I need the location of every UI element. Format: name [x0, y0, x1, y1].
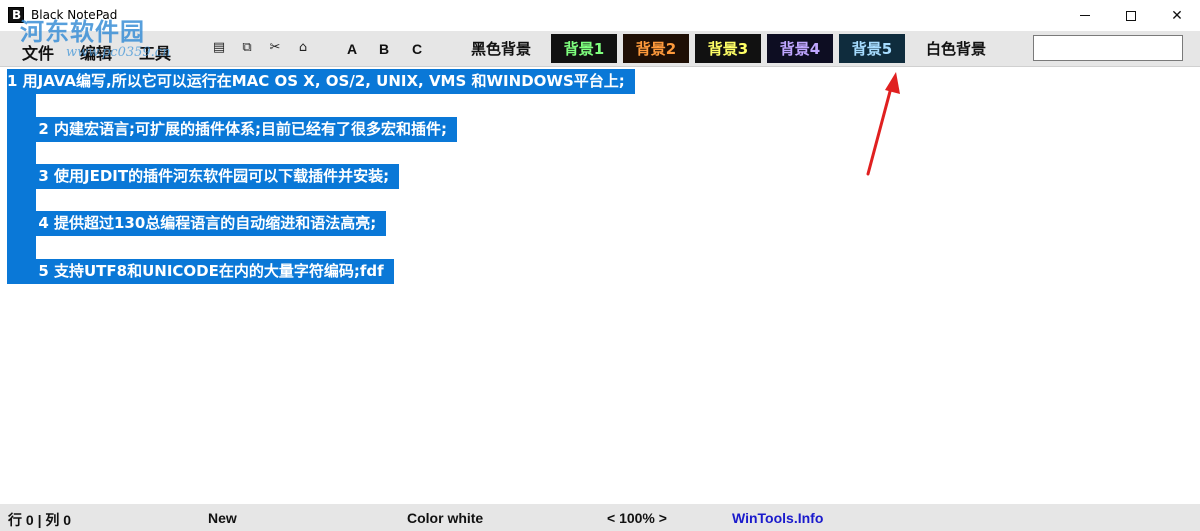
editor-line: 2 内建宏语言;可扩展的插件体系;目前已经有了很多宏和插件; — [7, 117, 457, 142]
home-icon[interactable]: ⌂ — [295, 40, 311, 56]
font-c-button[interactable]: C — [412, 41, 422, 57]
select-all-icon[interactable]: ▤ — [211, 40, 227, 56]
editor-blank-line — [7, 236, 36, 261]
minimize-icon — [1080, 15, 1090, 16]
background-3-button[interactable]: 背景3 — [695, 34, 761, 63]
editor-line: 5 支持UTF8和UNICODE在内的大量字符编码;fdf — [7, 259, 394, 284]
document-state: New — [208, 510, 237, 526]
search-input[interactable] — [1033, 35, 1183, 61]
background-4-button[interactable]: 背景4 — [767, 34, 833, 63]
editor-blank-line — [7, 94, 36, 119]
watermark-logo: 河东软件园 — [20, 18, 145, 46]
font-a-button[interactable]: A — [347, 41, 357, 57]
status-bar: 行 0 | 列 0 New Color white < 100% > WinTo… — [0, 504, 1200, 531]
editor-line: 4 提供超过130总编程语言的自动缩进和语法高亮; — [7, 211, 387, 236]
editor-line: 1 用JAVA编写,所以它可以运行在MAC OS X, OS/2, UNIX, … — [7, 69, 635, 94]
maximize-icon — [1126, 10, 1136, 21]
white-background-button[interactable]: 白色背景 — [913, 34, 999, 63]
editor-line: 3 使用JEDIT的插件河东软件园可以下载插件并安装; — [7, 164, 400, 189]
cut-icon[interactable]: ✂ — [267, 40, 283, 56]
color-status: Color white — [407, 510, 484, 526]
background-5-button[interactable]: 背景5 — [839, 34, 905, 63]
cursor-position: 行 0 | 列 0 — [8, 512, 72, 528]
black-background-button[interactable]: 黑色背景 — [458, 34, 544, 63]
website-link[interactable]: WinTools.Info — [732, 510, 823, 526]
maximize-button[interactable] — [1108, 0, 1154, 31]
copy-icon[interactable]: ⧉ — [239, 40, 255, 56]
title-bar: Black NotePad ✕ — [0, 0, 1200, 31]
minimize-button[interactable] — [1062, 0, 1108, 31]
close-icon: ✕ — [1171, 7, 1183, 24]
watermark-url: www.pc0359.cn — [66, 45, 171, 60]
background-1-button[interactable]: 背景1 — [551, 34, 617, 63]
text-editor[interactable]: 1 用JAVA编写,所以它可以运行在MAC OS X, OS/2, UNIX, … — [0, 66, 1200, 504]
background-2-button[interactable]: 背景2 — [623, 34, 689, 63]
close-button[interactable]: ✕ — [1154, 0, 1200, 31]
font-b-button[interactable]: B — [379, 41, 389, 57]
zoom-control[interactable]: < 100% > — [607, 510, 667, 526]
toolbar: 文件 编辑 工具 ▤ ⧉ ✂ ⌂ A B C 黑色背景 背景1 背景2 背景3 … — [0, 31, 1200, 66]
annotation-arrow-icon — [866, 72, 900, 176]
